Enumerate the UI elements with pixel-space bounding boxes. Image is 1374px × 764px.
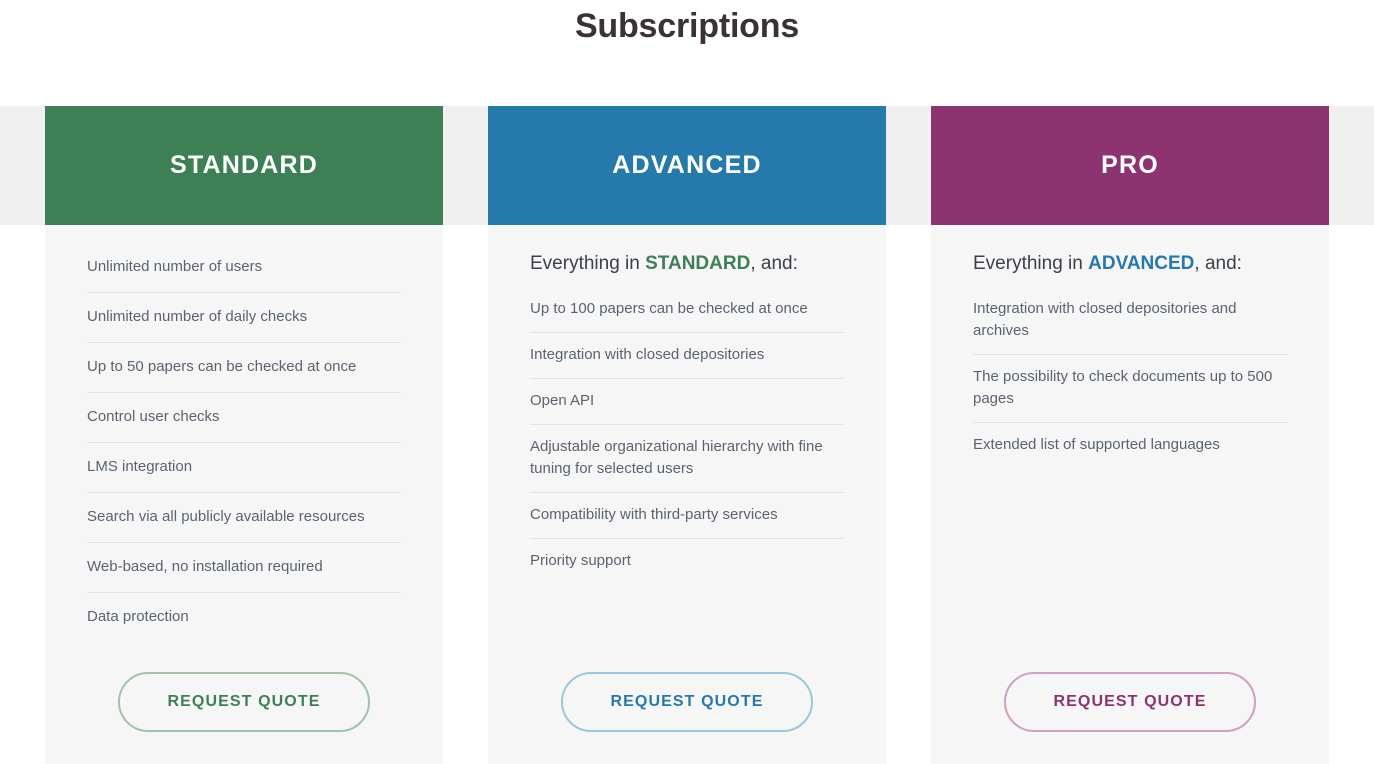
feature-item: Integration with closed depositories (530, 333, 844, 379)
plan-body-pro: Everything in ADVANCED, and: Integration… (931, 225, 1329, 764)
plan-card-standard: STANDARD Unlimited number of users Unlim… (45, 106, 443, 764)
plan-intro-prefix: Everything in (530, 253, 646, 274)
plan-intro-prefix: Everything in (973, 253, 1089, 274)
cta-wrap-pro: REQUEST QUOTE (973, 672, 1287, 764)
plan-intro-highlight: STANDARD (645, 253, 751, 274)
plan-name-standard: STANDARD (169, 151, 318, 179)
feature-list-advanced: Up to 100 papers can be checked at once … (530, 287, 844, 584)
feature-item: Up to 50 papers can be checked at once (87, 343, 401, 393)
feature-list-standard: Unlimited number of users Unlimited numb… (87, 243, 401, 642)
feature-item: Compatibility with third-party services (530, 493, 844, 539)
feature-item: Web-based, no installation required (87, 543, 401, 593)
plan-card-pro: PRO Everything in ADVANCED, and: Integra… (931, 106, 1329, 764)
feature-item: Control user checks (87, 393, 401, 443)
feature-item: Open API (530, 379, 844, 425)
page-title: Subscriptions (574, 7, 800, 45)
feature-item: Extended list of supported languages (973, 436, 1220, 453)
feature-item: Up to 100 papers can be checked at once (530, 287, 844, 333)
request-quote-button-advanced[interactable]: REQUEST QUOTE (561, 672, 813, 732)
feature-item: The possibility to check documents up to… (973, 355, 1287, 423)
request-quote-button-pro[interactable]: REQUEST QUOTE (1004, 672, 1256, 732)
plan-header-pro: PRO (931, 106, 1329, 225)
plan-intro-advanced: Everything in STANDARD, and: (530, 251, 844, 277)
plan-header-standard: STANDARD (45, 106, 443, 225)
feature-item: Integration with closed depositories and… (973, 287, 1287, 355)
plan-intro-highlight: ADVANCED (1088, 253, 1195, 274)
plan-name-pro: PRO (1101, 151, 1159, 179)
feature-list-pro: Integration with closed depositories and… (973, 287, 1287, 468)
feature-item: Unlimited number of daily checks (87, 293, 401, 343)
plan-body-advanced: Everything in STANDARD, and: Up to 100 p… (488, 225, 886, 764)
feature-item: Data protection (87, 608, 189, 625)
plan-card-advanced: ADVANCED Everything in STANDARD, and: Up… (488, 106, 886, 764)
cta-wrap-standard: REQUEST QUOTE (87, 672, 401, 764)
feature-item: Search via all publicly available resour… (87, 493, 401, 543)
feature-item: LMS integration (87, 443, 401, 493)
plan-body-standard: Unlimited number of users Unlimited numb… (45, 225, 443, 764)
cta-wrap-advanced: REQUEST QUOTE (530, 672, 844, 764)
plan-name-advanced: ADVANCED (612, 151, 762, 179)
feature-item: Adjustable organizational hierarchy with… (530, 425, 844, 493)
feature-item: Unlimited number of users (87, 243, 401, 293)
plan-intro-suffix: , and: (1194, 253, 1242, 274)
plan-header-advanced: ADVANCED (488, 106, 886, 225)
feature-item: Priority support (530, 552, 631, 569)
plan-intro-suffix: , and: (750, 253, 798, 274)
plan-intro-pro: Everything in ADVANCED, and: (973, 251, 1287, 277)
subscription-plans: STANDARD Unlimited number of users Unlim… (0, 106, 1374, 764)
request-quote-button-standard[interactable]: REQUEST QUOTE (118, 672, 370, 732)
